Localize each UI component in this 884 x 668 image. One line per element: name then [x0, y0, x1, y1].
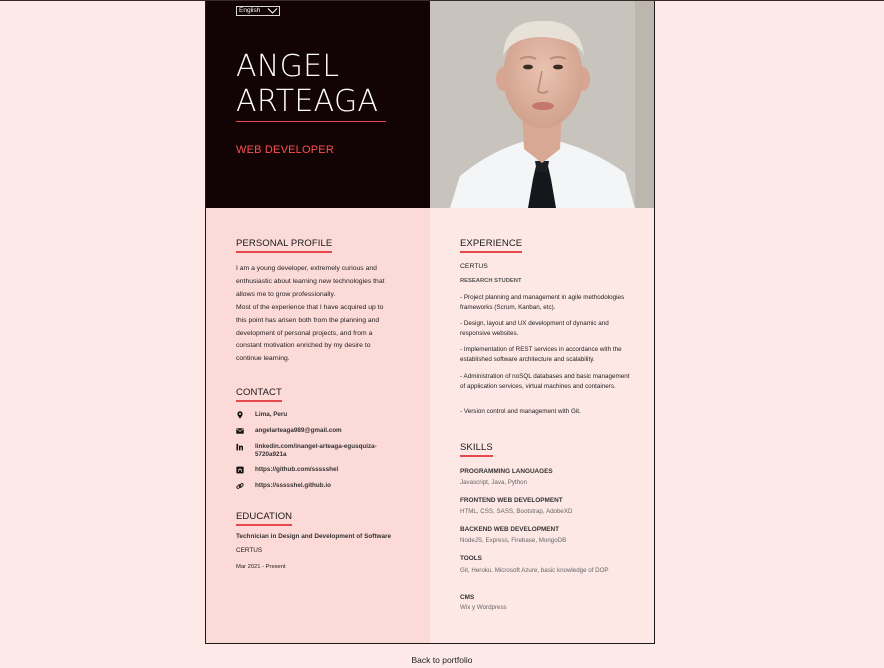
skill-group-name: BACKEND WEB DEVELOPMENT — [460, 526, 560, 533]
skill-group-text: Javascript, Java, Python — [460, 479, 528, 486]
linkedin-icon — [236, 443, 243, 451]
skill-group-text: NodeJS, Express, Firebase, MongoDB — [460, 537, 567, 544]
profile-photo — [430, 1, 654, 208]
education-school: CERTUS — [236, 547, 263, 554]
education-heading: EDUCATION — [236, 511, 292, 526]
link-icon — [236, 483, 244, 489]
skill-group-name: TOOLS — [460, 555, 482, 562]
email-link[interactable]: angelarteaga989@gmail.com — [255, 427, 342, 435]
job-title: WEB DEVELOPER — [236, 144, 334, 156]
contact-website[interactable]: https://ssssshel.github.io — [236, 482, 331, 490]
experience-item: - Project planning and management in agi… — [460, 294, 625, 311]
skill-group-name: CMS — [460, 594, 475, 601]
experience-item: - Version control and management with Gi… — [460, 408, 581, 415]
github-link[interactable]: https://github.com/ssssshel — [255, 466, 338, 474]
profile-line: allows me to grow professionally. — [236, 290, 336, 298]
skill-group-name: PROGRAMMING LANGUAGES — [460, 468, 553, 475]
personal-profile-heading: PERSONAL PROFILE — [236, 238, 332, 253]
profile-line: I am a young developer, extremely curiou… — [236, 265, 377, 272]
linkedin-link-line: linkedin.com/inangel-arteaga-egusquiza- — [255, 443, 377, 450]
person-name: ANGEL ARTEAGA — [236, 49, 378, 119]
skill-group-text: Wix y Wordpress — [460, 604, 507, 611]
github-icon — [236, 466, 244, 474]
location-text: Lima, Peru — [255, 411, 288, 418]
contact-email[interactable]: angelarteaga989@gmail.com — [236, 427, 342, 435]
skills-heading: SKILLS — [460, 442, 493, 457]
linkedin-link-line: 5720a921a — [255, 451, 287, 458]
language-select-value: English — [239, 7, 261, 14]
education-degree: Technician in Design and Development of … — [236, 533, 392, 540]
portrait-image — [430, 1, 654, 208]
linkedin-link[interactable]: linkedin.com/inangel-arteaga-egusquiza- … — [255, 443, 377, 459]
language-select[interactable]: English — [236, 6, 280, 16]
right-column — [430, 208, 654, 643]
resume-card: English ANGEL ARTEAGA WEB DEVELOPER PERS… — [205, 1, 655, 644]
experience-item: - Administration of noSQL databases and … — [460, 373, 630, 390]
profile-line: development of personal projects, and fr… — [236, 329, 373, 337]
chevron-down-icon — [267, 8, 278, 14]
first-name: ANGEL — [236, 49, 340, 84]
envelope-icon — [236, 428, 244, 434]
experience-company: CERTUS — [460, 263, 488, 270]
skill-group-text: Git, Heroku, Microsoft Azure, basic know… — [460, 567, 609, 574]
skill-group-name: FRONTEND WEB DEVELOPMENT — [460, 497, 563, 504]
skill-group-text: HTML, CSS, SASS, Bootstrap, AdobeXD — [460, 508, 573, 515]
contact-linkedin[interactable]: linkedin.com/inangel-arteaga-egusquiza- … — [236, 443, 377, 459]
contact-github[interactable]: https://github.com/ssssshel — [236, 466, 338, 474]
last-name: ARTEAGA — [236, 84, 379, 119]
contact-heading: CONTACT — [236, 387, 282, 402]
website-link[interactable]: https://ssssshel.github.io — [255, 482, 331, 490]
experience-item: - Implementation of REST services in acc… — [460, 346, 622, 363]
education-dates: Mar 2021 - Present — [236, 564, 286, 570]
map-pin-icon — [237, 411, 243, 419]
personal-profile-text: I am a young developer, extremely curiou… — [236, 263, 411, 366]
experience-heading: EXPERIENCE — [460, 238, 522, 253]
contact-location: Lima, Peru — [236, 411, 287, 419]
profile-line: constant motivation enriched by my desir… — [236, 342, 371, 350]
hero-panel: English ANGEL ARTEAGA WEB DEVELOPER — [206, 1, 430, 208]
experience-position: RESEARCH STUDENT — [460, 278, 522, 284]
back-to-portfolio-link[interactable]: Back to portfolio — [0, 655, 884, 665]
experience-item: - Design, layout and UX development of d… — [460, 320, 609, 337]
profile-line: continue learning. — [236, 355, 290, 363]
name-underline — [236, 121, 386, 122]
profile-line: enthusiastic about learning new technolo… — [236, 277, 385, 285]
profile-line: this point has arisen both from the plan… — [236, 316, 380, 324]
profile-line: Most of the experience that I have acqui… — [236, 303, 384, 311]
